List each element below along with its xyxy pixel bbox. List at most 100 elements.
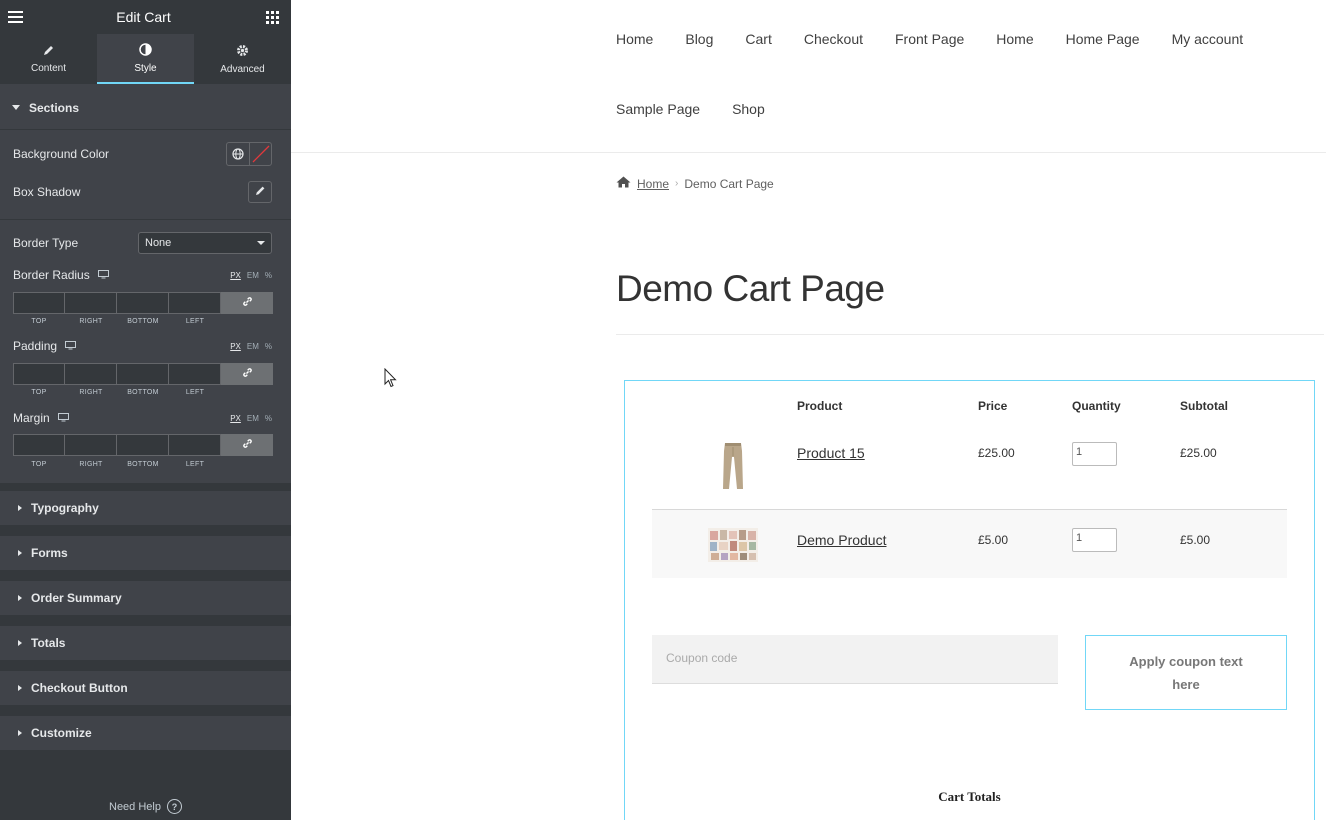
border-radius-right-input[interactable] [65,292,117,314]
caption-bottom: BOTTOM [127,389,159,396]
desktop-icon[interactable] [65,339,77,353]
section-order-summary-label: Order Summary [31,591,122,605]
padding-top-input[interactable] [13,363,65,385]
padding-label: Padding [13,339,58,353]
tab-advanced-label: Advanced [220,63,265,75]
padding-bottom-input[interactable] [117,363,169,385]
nav-item-my-account[interactable]: My account [1172,30,1244,49]
nav-item-home-page[interactable]: Home Page [1066,30,1140,49]
nav-item-checkout[interactable]: Checkout [804,30,863,49]
unit-px[interactable]: PX [230,271,241,280]
page-title: Demo Cart Page [616,268,885,309]
coupon-code-input[interactable]: Coupon code [652,635,1058,684]
link-values-button[interactable] [221,363,273,385]
header-price: Price [978,399,1008,413]
padding-right-input[interactable] [65,363,117,385]
background-color-picker [226,142,272,166]
link-icon [242,296,253,310]
caption-bottom: BOTTOM [127,461,159,468]
section-checkout-button-label: Checkout Button [31,681,128,695]
section-customize[interactable]: Customize [0,716,291,751]
section-totals-label: Totals [31,636,66,650]
unit-percent[interactable]: % [265,342,272,351]
product-thumbnail[interactable] [708,528,758,567]
quantity-input[interactable]: 1 [1072,528,1117,552]
unit-switcher: PX EM % [230,271,272,280]
breadcrumb-home-link[interactable]: Home [637,177,669,191]
tab-style-label: Style [134,62,157,74]
padding-label-row: Padding PX EM % [13,338,272,354]
section-order-summary[interactable]: Order Summary [0,581,291,616]
tab-style[interactable]: Style [97,34,194,84]
unit-px[interactable]: PX [230,342,241,351]
breadcrumb: Home › Demo Cart Page [616,176,774,191]
border-radius-inputs [13,292,273,314]
section-gap [0,571,291,581]
unit-percent[interactable]: % [265,271,272,280]
box-shadow-label: Box Shadow [13,185,81,199]
widgets-grid-icon[interactable] [263,8,281,26]
need-help-link[interactable]: Need Help ? [0,799,291,814]
home-icon [616,176,631,191]
quantity-input[interactable]: 1 [1072,442,1117,466]
border-type-control: Border Type None [13,232,272,254]
nav-item-blog[interactable]: Blog [685,30,713,49]
margin-left-input[interactable] [169,434,221,456]
product-link[interactable]: Product 15 [797,445,865,461]
sections-section-header[interactable]: Sections [0,86,291,130]
box-shadow-control: Box Shadow [13,181,272,203]
border-radius-left-input[interactable] [169,292,221,314]
unit-percent[interactable]: % [265,414,272,423]
unit-em[interactable]: EM [247,342,259,351]
margin-label: Margin [13,411,50,425]
header-divider [291,152,1326,153]
tab-content[interactable]: Content [0,34,97,84]
link-values-button[interactable] [221,434,273,456]
section-forms[interactable]: Forms [0,536,291,571]
link-icon [242,438,253,452]
product-link[interactable]: Demo Product [797,532,886,548]
unit-em[interactable]: EM [247,271,259,280]
caret-right-icon [18,685,22,691]
desktop-icon[interactable] [57,411,69,425]
nav-item-cart[interactable]: Cart [745,30,771,49]
unit-px[interactable]: PX [230,414,241,423]
border-radius-bottom-input[interactable] [117,292,169,314]
color-swatch-empty[interactable] [249,143,271,165]
hamburger-menu-icon[interactable] [6,8,24,26]
border-type-select[interactable]: None [138,232,272,254]
desktop-icon[interactable] [97,268,109,282]
editor-tabs: Content Style Advanced [0,34,291,84]
mouse-cursor-icon [384,367,397,393]
margin-right-input[interactable] [65,434,117,456]
gear-icon [236,44,249,60]
page-preview: Home Blog Cart Checkout Front Page Home … [291,0,1326,820]
link-values-button[interactable] [221,292,273,314]
apply-coupon-button[interactable]: Apply coupon text here [1085,635,1287,710]
breadcrumb-current: Demo Cart Page [684,176,774,191]
tab-advanced[interactable]: Advanced [194,34,291,84]
unit-em[interactable]: EM [247,414,259,423]
nav-item-shop[interactable]: Shop [732,100,765,119]
product-thumbnail[interactable] [721,441,745,496]
section-typography[interactable]: Typography [0,491,291,526]
margin-bottom-input[interactable] [117,434,169,456]
header-product: Product [797,399,843,413]
globe-icon[interactable] [227,143,249,165]
nav-item-front-page[interactable]: Front Page [895,30,964,49]
cart-widget[interactable]: Product Price Quantity Subtotal Product … [624,380,1315,820]
nav-item-sample-page[interactable]: Sample Page [616,100,700,119]
nav-item-home-2[interactable]: Home [996,30,1033,49]
section-gap [0,706,291,716]
nav-item-home[interactable]: Home [616,30,653,49]
section-checkout-button[interactable]: Checkout Button [0,671,291,706]
padding-left-input[interactable] [169,363,221,385]
box-shadow-edit-button[interactable] [248,181,272,203]
section-gap [0,661,291,671]
section-totals[interactable]: Totals [0,626,291,661]
header-subtotal: Subtotal [1180,399,1228,413]
dropdown-arrow-icon [257,241,265,245]
margin-top-input[interactable] [13,434,65,456]
border-radius-label: Border Radius [13,268,90,282]
border-radius-top-input[interactable] [13,292,65,314]
